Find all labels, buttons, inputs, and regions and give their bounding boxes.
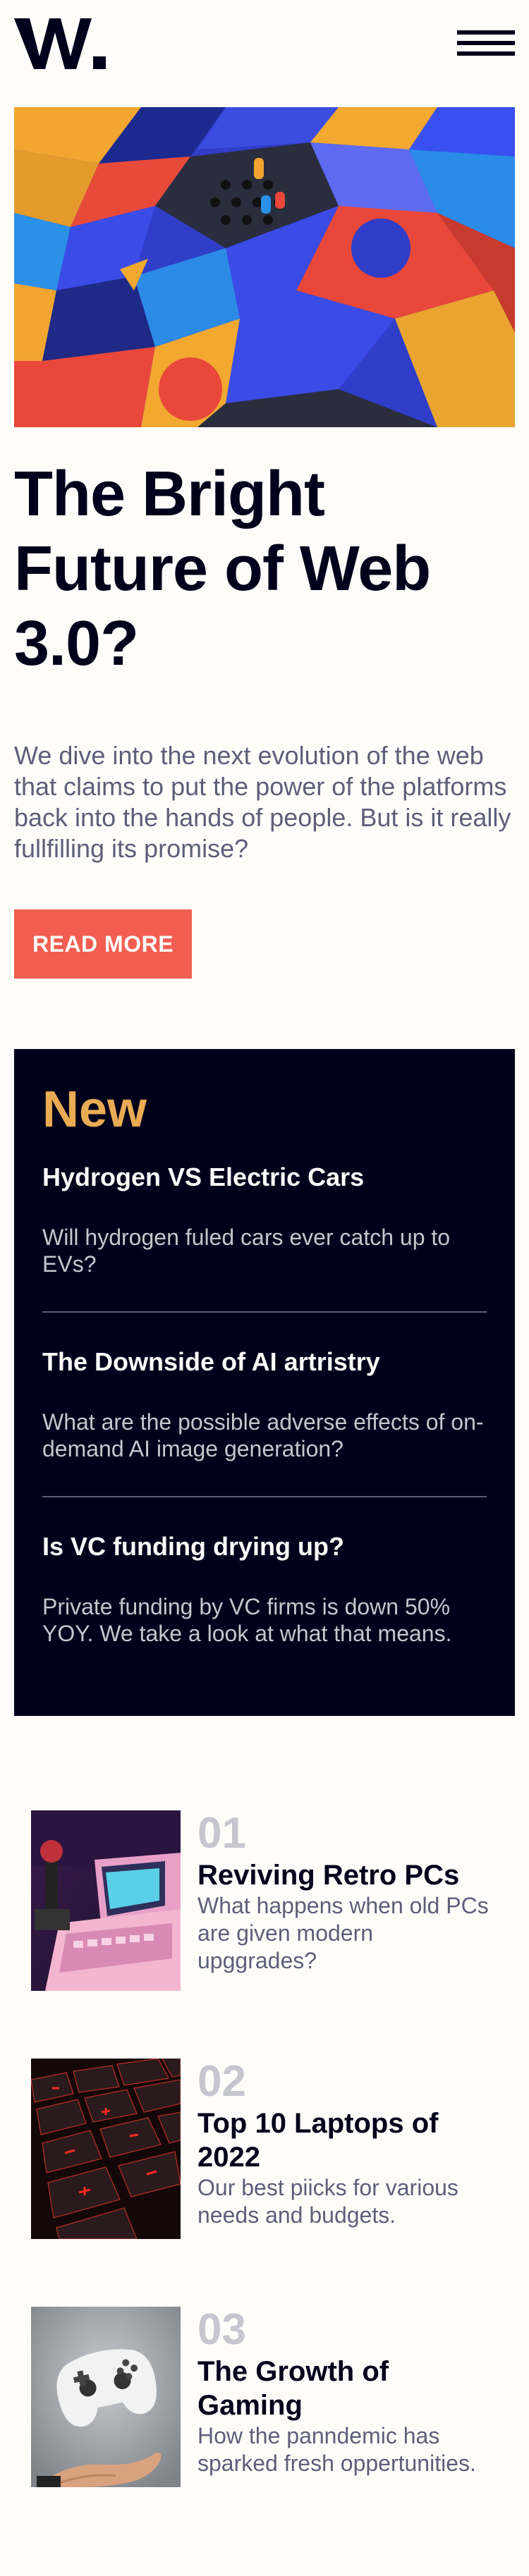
new-item-title[interactable]: The Downside of AI artristry [42, 1347, 487, 1378]
article-description: What happens when old PCs are given mode… [197, 1893, 489, 1973]
article-description: How the panndemic has sparked fresh oppe… [197, 2423, 476, 2476]
new-item-description: What are the possible adverse effects of… [42, 1409, 484, 1461]
article-text: 03 The Growth of Gaming How the panndemi… [197, 2307, 498, 2477]
article-item[interactable]: 01 Reviving Retro PCs What happens when … [31, 1810, 498, 1991]
laptop-keyboard-image [31, 2059, 181, 2239]
hero-title: The Bright Future of Web 3.0? [14, 459, 431, 679]
article-title[interactable]: Top 10 Laptops of 2022 [197, 2106, 498, 2174]
new-item[interactable]: Is VC funding drying up? Private funding… [42, 1531, 487, 1647]
new-item-description: Private funding by VC firms is down 50% … [42, 1594, 452, 1646]
new-item[interactable]: The Downside of AI artristry What are th… [42, 1347, 487, 1462]
article-item[interactable]: 02 Top 10 Laptops of 2022 Our best piick… [31, 2059, 498, 2239]
article-number: 02 [197, 2057, 246, 2106]
divider [42, 1311, 487, 1313]
new-item[interactable]: Hydrogen VS Electric Cars Will hydrogen … [42, 1162, 487, 1277]
logo[interactable] [14, 13, 106, 73]
article-title[interactable]: Reviving Retro PCs [197, 1858, 498, 1892]
article-text: 02 Top 10 Laptops of 2022 Our best piick… [197, 2059, 498, 2229]
article-description: Our best piicks for various needs and bu… [197, 2175, 458, 2228]
abstract-blocks-image [14, 107, 515, 427]
article-number: 01 [197, 1809, 246, 1858]
hero-image [14, 107, 515, 427]
read-more-button[interactable]: READ MORE [14, 909, 192, 979]
article-thumbnail[interactable] [31, 2059, 181, 2239]
menu-line [457, 30, 515, 35]
new-item-title[interactable]: Hydrogen VS Electric Cars [42, 1162, 487, 1193]
retro-pc-image [31, 1810, 181, 1991]
game-controller-image [31, 2307, 181, 2487]
hero-description: We dive into the next evolution of the w… [14, 741, 511, 863]
article-text: 01 Reviving Retro PCs What happens when … [197, 1810, 498, 1975]
site-header [0, 0, 529, 107]
menu-line [457, 51, 515, 56]
new-heading: New [42, 1081, 147, 1138]
article-number: 03 [197, 2305, 246, 2354]
new-panel: New Hydrogen VS Electric Cars Will hydro… [14, 1049, 515, 1716]
new-item-title[interactable]: Is VC funding drying up? [42, 1531, 487, 1562]
page: The Bright Future of Web 3.0? We dive in… [0, 0, 529, 2576]
article-title[interactable]: The Growth of Gaming [197, 2355, 498, 2422]
hamburger-icon[interactable] [457, 28, 515, 58]
article-item[interactable]: 03 The Growth of Gaming How the panndemi… [31, 2307, 498, 2487]
article-thumbnail[interactable] [31, 1810, 181, 1991]
new-item-description: Will hydrogen fuled cars ever catch up t… [42, 1225, 451, 1277]
divider [42, 1496, 487, 1497]
article-thumbnail[interactable] [31, 2307, 181, 2487]
menu-line [457, 41, 515, 45]
